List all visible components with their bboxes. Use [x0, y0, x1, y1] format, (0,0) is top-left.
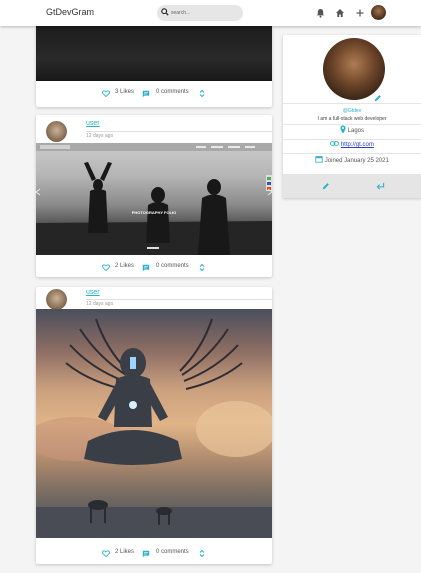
post-author-name[interactable]: user: [86, 289, 100, 296]
profile-handle[interactable]: @Gtdev: [283, 108, 421, 114]
divider: [283, 103, 421, 104]
heart-icon[interactable]: [102, 550, 110, 557]
logout-icon[interactable]: [376, 182, 385, 190]
meditating-figure-illustration: [36, 318, 272, 538]
comment-count: 0 comments: [156, 263, 189, 269]
plus-icon[interactable]: [355, 8, 365, 18]
profile-card: @Gtdev I am a full-stack web developer L…: [283, 35, 421, 198]
post-image[interactable]: [36, 26, 272, 81]
location-text: Lagos: [347, 128, 365, 134]
profile-website: http://gt.com: [283, 141, 421, 148]
expand-icon[interactable]: [199, 89, 205, 98]
user-avatar[interactable]: [371, 5, 386, 20]
home-icon[interactable]: [335, 8, 345, 18]
profile-avatar[interactable]: [323, 38, 385, 100]
like-count: 3 Likes: [115, 89, 135, 95]
divider: [283, 139, 421, 140]
divider: [283, 153, 421, 154]
post-author-avatar[interactable]: [46, 121, 67, 142]
post-actions: 2 Likes 0 comments: [36, 255, 272, 281]
expand-icon[interactable]: [199, 549, 205, 558]
profile-bio: I am a full-stack web developer: [317, 116, 387, 122]
brand-title[interactable]: GtDevGram: [46, 7, 94, 17]
search-box[interactable]: [157, 5, 243, 21]
post-author-avatar[interactable]: [46, 289, 67, 310]
search-icon: [161, 8, 169, 16]
like-count: 2 Likes: [115, 549, 135, 555]
post-image[interactable]: [36, 309, 272, 538]
calendar-icon: [315, 156, 323, 163]
comment-count: 0 comments: [156, 89, 189, 95]
profile-action-bar: [283, 174, 421, 198]
photography-scene-illustration: [36, 143, 272, 255]
post-actions: 3 Likes 0 comments: [36, 81, 272, 107]
image-header-text: PHOTOGRAPHY FOLIO: [131, 210, 177, 215]
post-card: user 12 days ago: [36, 287, 272, 564]
search-input[interactable]: [171, 7, 237, 19]
like-count: 2 Likes: [115, 263, 135, 269]
post-card: 3 Likes 0 comments: [36, 26, 272, 107]
comment-icon[interactable]: [142, 264, 150, 272]
post-timestamp: 12 days ago: [86, 133, 114, 139]
joined-date: Joined January 25 2021: [324, 158, 389, 164]
heart-icon[interactable]: [102, 264, 110, 271]
post-image[interactable]: PHOTOGRAPHY FOLIO: [36, 143, 272, 255]
post-actions: 2 Likes 0 comments: [36, 541, 272, 567]
edit-photo-icon[interactable]: [374, 94, 382, 102]
profile-joined: Joined January 25 2021: [283, 155, 421, 164]
post-card: user 12 days ago: [36, 115, 272, 277]
comment-icon[interactable]: [142, 90, 150, 98]
divider: [86, 299, 272, 300]
expand-icon[interactable]: [199, 263, 205, 272]
divider: [86, 131, 272, 132]
website-link[interactable]: http://gt.com: [341, 142, 374, 148]
post-timestamp: 12 days ago: [86, 301, 114, 307]
top-app-bar: GtDevGram: [0, 0, 421, 26]
comment-count: 0 comments: [156, 549, 189, 555]
edit-profile-icon[interactable]: [322, 182, 330, 190]
link-icon: [330, 141, 340, 146]
location-pin-icon: [340, 125, 346, 134]
bell-icon[interactable]: [316, 8, 325, 18]
heart-icon[interactable]: [102, 90, 110, 97]
comment-icon[interactable]: [142, 550, 150, 558]
post-author-name[interactable]: user: [86, 120, 100, 127]
profile-location: Lagos: [283, 125, 421, 134]
